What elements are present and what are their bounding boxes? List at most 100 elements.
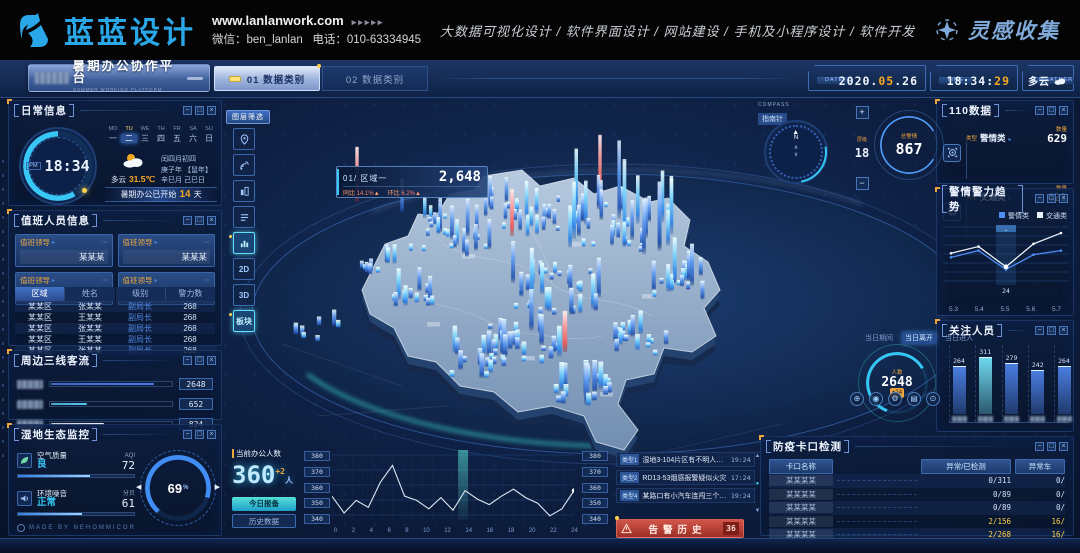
close-icon[interactable]: ×: [1059, 326, 1068, 335]
x-axis-label: 24: [571, 528, 578, 538]
eco-gauge: 69% ◀ ▶: [145, 455, 211, 521]
layer-building-icon[interactable]: [233, 180, 255, 202]
restore-icon[interactable]: □: [195, 430, 204, 439]
city-3d-map[interactable]: [222, 94, 948, 468]
svg-text:24: 24: [1002, 287, 1010, 295]
panel-window-controls[interactable]: −□×: [1035, 194, 1068, 203]
focus-tab[interactable]: 当日进入: [942, 332, 976, 344]
scan-icon[interactable]: ⊙: [926, 392, 940, 406]
panel-window-controls[interactable]: −□×: [1035, 106, 1068, 115]
alert-item[interactable]: 类型1湿地3-104片区有不明人员闯入19:24: [616, 452, 755, 467]
chevron-up-icon[interactable]: ∧: [794, 145, 798, 152]
close-icon[interactable]: ×: [207, 106, 216, 115]
table-cell: 副局长: [115, 334, 165, 345]
chevron-down-icon[interactable]: ∨: [794, 152, 798, 159]
column-header[interactable]: 异常/已检测: [921, 459, 1011, 474]
settings-icon[interactable]: ⚙: [888, 392, 902, 406]
minimize-icon[interactable]: −: [183, 216, 192, 225]
minimize-icon[interactable]: −: [1035, 326, 1044, 335]
flow-bar: [51, 383, 154, 385]
close-icon[interactable]: ×: [1059, 194, 1068, 203]
column-header[interactable]: 异常车: [1015, 459, 1065, 474]
layer-button-板块[interactable]: 板块: [233, 310, 255, 332]
panel-window-controls[interactable]: −□×: [183, 216, 216, 225]
week-day[interactable]: TH四: [153, 125, 169, 143]
checkpoint-row: 某某某某0/3110/: [769, 474, 1065, 488]
weather-plate: WEATHER 多云: [1022, 65, 1074, 91]
website-link[interactable]: www.lanlanwork.com: [212, 13, 344, 28]
panel-window-controls[interactable]: −□×: [183, 356, 216, 365]
restore-icon[interactable]: □: [1047, 194, 1056, 203]
target-icon[interactable]: ◉: [869, 392, 883, 406]
panel-title: 日常信息: [14, 103, 74, 118]
column-header[interactable]: 级别: [116, 287, 165, 301]
table-row: 某某区张某某副局长268: [15, 323, 215, 334]
layer-bar-chart-icon[interactable]: [233, 232, 255, 254]
focus-tab[interactable]: 当日期间: [862, 332, 896, 344]
minimize-icon[interactable]: −: [183, 430, 192, 439]
restore-icon[interactable]: □: [195, 356, 204, 365]
checkpoint-name: 某某某某: [769, 502, 833, 513]
restore-icon[interactable]: □: [1047, 106, 1056, 115]
restore-icon[interactable]: □: [195, 216, 204, 225]
column-header[interactable]: 区域: [15, 287, 64, 301]
restore-icon[interactable]: □: [1047, 442, 1056, 451]
week-day[interactable]: WE三: [137, 125, 153, 143]
panel-window-controls[interactable]: −□×: [1035, 442, 1068, 451]
tab-data-category-1[interactable]: 01 数据类别: [214, 66, 320, 91]
panel-window-controls[interactable]: −□×: [1035, 326, 1068, 335]
alert-item[interactable]: 类型2RD13-53烟感报警疑似火灾17:24: [616, 470, 755, 485]
close-icon[interactable]: ×: [207, 430, 216, 439]
week-day[interactable]: FR五: [169, 125, 185, 143]
layer-signal-icon[interactable]: [233, 154, 255, 176]
duty-leader-card[interactable]: 值班领导▸⋯某某某: [15, 234, 113, 267]
week-day[interactable]: TU二: [121, 125, 137, 143]
week-day[interactable]: SU日: [201, 125, 217, 143]
today-report-button[interactable]: 今日报备: [232, 497, 296, 511]
column-header[interactable]: 警力数: [166, 287, 215, 301]
panel-window-controls[interactable]: −□×: [183, 106, 216, 115]
arrows-decoration: ▸▸▸▸▸: [352, 17, 385, 27]
bar-value: 242: [1032, 361, 1044, 369]
minimize-icon[interactable]: −: [183, 356, 192, 365]
duty-leader-card[interactable]: 值班领导▸⋯某某某: [118, 234, 216, 267]
inspiration-collect[interactable]: 灵感收集: [934, 15, 1060, 45]
alert-item[interactable]: 类型4某路口有小汽车连闯三个红灯19:24: [616, 488, 755, 503]
panel-title: 防疫卡口检测: [766, 439, 849, 454]
minimize-icon[interactable]: −: [1035, 194, 1044, 203]
layers-icon[interactable]: ▤: [907, 392, 921, 406]
scroll-up-icon[interactable]: ▲: [755, 453, 761, 459]
column-header[interactable]: 姓名: [65, 287, 114, 301]
close-icon[interactable]: ×: [207, 356, 216, 365]
layer-list-icon[interactable]: [233, 206, 255, 228]
panel-window-controls[interactable]: −□×: [183, 430, 216, 439]
close-icon[interactable]: ×: [1059, 106, 1068, 115]
alert-scrollbar[interactable]: ▲ ● ▼: [755, 452, 761, 538]
column-header[interactable]: 卡口名称: [769, 459, 833, 474]
layer-button-2D[interactable]: 2D: [233, 258, 255, 280]
week-day[interactable]: MO一: [105, 125, 121, 143]
focus-tab[interactable]: 当日离开: [902, 332, 936, 344]
link-icon[interactable]: ⊕: [850, 392, 864, 406]
minimize-icon[interactable]: −: [1035, 442, 1044, 451]
layer-button-3D[interactable]: 3D: [233, 284, 255, 306]
minimize-icon[interactable]: −: [1035, 106, 1044, 115]
week-day[interactable]: SA六: [185, 125, 201, 143]
scroll-handle-icon[interactable]: ●: [756, 481, 760, 487]
alert-history-button[interactable]: 告警历史 36: [616, 519, 744, 538]
layer-pin-icon[interactable]: [233, 128, 255, 150]
tab-data-category-2[interactable]: 02 数据类别: [322, 66, 428, 91]
y-axis-label: 360: [582, 483, 608, 493]
zoom-out-button[interactable]: −: [856, 177, 869, 190]
censored-line-label: [17, 400, 43, 409]
zoom-in-button[interactable]: +: [856, 106, 869, 119]
header-divider-line: [436, 78, 796, 79]
close-icon[interactable]: ×: [1059, 442, 1068, 451]
restore-icon[interactable]: □: [1047, 326, 1056, 335]
history-data-button[interactable]: 历史数据: [232, 514, 296, 528]
close-icon[interactable]: ×: [207, 216, 216, 225]
restore-icon[interactable]: □: [195, 106, 204, 115]
minimize-icon[interactable]: −: [183, 106, 192, 115]
scroll-down-icon[interactable]: ▼: [755, 508, 761, 514]
office-count-widget: 当前办公人数 360+2人 今日报备 历史数据: [232, 448, 300, 540]
